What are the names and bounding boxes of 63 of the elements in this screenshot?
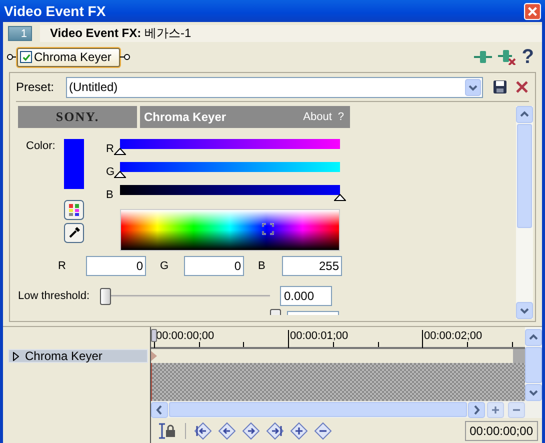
scroll-up-button[interactable] — [516, 106, 533, 123]
window-title: Video Event FX — [4, 2, 106, 20]
keyframe-marker-icon — [151, 351, 157, 361]
chain-end-icon — [120, 53, 130, 61]
scrollbar-thumb[interactable] — [517, 124, 532, 228]
plugin-name: Chroma Keyer — [144, 109, 226, 126]
channel-value-field[interactable]: 0 — [86, 256, 146, 276]
plugin-insert-icon[interactable] — [474, 50, 492, 64]
scrollbar-thumb[interactable] — [525, 347, 542, 383]
color-palette-button[interactable] — [64, 200, 84, 220]
color-spectrum-picker[interactable] — [120, 209, 340, 251]
first-keyframe-button[interactable] — [194, 422, 212, 440]
brand-logo: SONY. — [56, 108, 100, 126]
channel-label: B — [257, 258, 266, 274]
horizontal-scrollbar[interactable] — [151, 401, 542, 418]
close-button[interactable] — [524, 2, 541, 20]
channel-label: G — [159, 258, 170, 274]
time-display: 00:00:00;00 — [464, 420, 538, 440]
delete-preset-icon[interactable] — [515, 80, 529, 94]
plugin-remove-icon[interactable] — [498, 49, 516, 65]
scroll-down-button[interactable] — [516, 302, 533, 319]
vertical-scrollbar[interactable] — [516, 106, 533, 319]
lock-cursor-icon[interactable] — [157, 422, 177, 440]
channel-label: G — [106, 165, 114, 179]
slider-thumb[interactable] — [114, 171, 126, 178]
threshold-value-field[interactable]: 0.000 — [280, 286, 332, 306]
preset-label: Preset: — [16, 79, 56, 96]
channel-label: R — [58, 258, 67, 274]
playhead-handle[interactable] — [151, 329, 157, 343]
help-button[interactable]: ? — [522, 47, 534, 67]
slider-thumb[interactable] — [334, 194, 346, 201]
next-keyframe-button[interactable] — [242, 422, 260, 440]
last-keyframe-button[interactable] — [266, 422, 284, 440]
scroll-up-button[interactable] — [525, 329, 542, 346]
previous-keyframe-button[interactable] — [218, 422, 236, 440]
zoom-in-button[interactable] — [487, 402, 504, 418]
chain-start-icon — [7, 53, 17, 61]
delete-keyframe-button[interactable] — [314, 422, 332, 440]
expand-icon[interactable] — [13, 352, 19, 360]
scrollbar-thumb[interactable] — [169, 402, 467, 417]
low-threshold-label: Low threshold: — [18, 288, 91, 304]
scroll-down-button[interactable] — [525, 384, 542, 401]
save-preset-icon[interactable] — [493, 80, 507, 94]
channel-label: R — [106, 142, 114, 156]
crosshair-icon[interactable] — [262, 223, 274, 235]
preset-dropdown[interactable]: (Untitled) — [66, 76, 483, 98]
channel-value-field[interactable]: 255 — [282, 256, 342, 276]
scroll-right-button[interactable] — [468, 402, 485, 418]
channel-value-field[interactable]: 0 — [184, 256, 244, 276]
track-item[interactable]: Chroma Keyer — [8, 349, 148, 363]
plugin-button[interactable]: Chroma Keyer — [17, 48, 120, 66]
chain-title: Video Event FX: 베가스-1 — [40, 24, 542, 42]
threshold-slider[interactable] — [100, 288, 270, 304]
color-label: Color: — [26, 139, 56, 154]
eyedropper-button[interactable] — [64, 223, 84, 243]
scroll-left-button[interactable] — [151, 402, 168, 418]
channel-label: B — [106, 188, 114, 202]
slider-thumb[interactable] — [100, 288, 111, 304]
slider-thumb[interactable] — [114, 148, 126, 155]
enabled-checkbox[interactable] — [20, 51, 32, 63]
add-keyframe-button[interactable] — [290, 422, 308, 440]
vertical-scrollbar[interactable] — [525, 327, 542, 401]
zoom-out-button[interactable] — [508, 402, 525, 418]
